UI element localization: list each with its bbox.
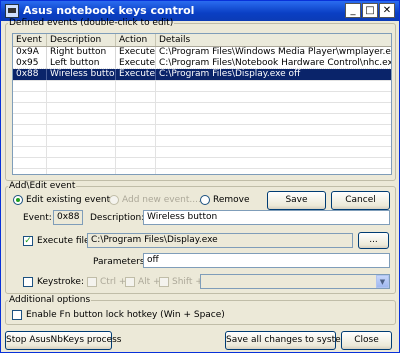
app-icon xyxy=(5,4,19,18)
options-legend: Additional options xyxy=(9,295,91,305)
grid-line xyxy=(13,113,391,114)
event-row-selected[interactable]: 0x88 Wireless button Execute C:\Program … xyxy=(13,68,391,81)
save-all-button[interactable]: Save all changes to system xyxy=(225,331,349,350)
browse-button[interactable]: ... xyxy=(358,232,389,249)
event-action: Execute xyxy=(116,47,156,58)
chevron-down-icon[interactable]: ▼ xyxy=(376,275,389,288)
remove-label[interactable]: Remove xyxy=(213,195,250,205)
grid-line xyxy=(13,80,391,81)
event-label: Event: xyxy=(23,213,52,223)
close-button[interactable]: Close xyxy=(341,331,392,350)
event-code: 0x95 xyxy=(13,58,47,69)
event-code: 0x9A xyxy=(13,47,47,58)
cancel-button[interactable]: Cancel xyxy=(331,191,390,210)
execute-file-checkbox[interactable]: ✓ xyxy=(23,236,33,246)
grid-line xyxy=(13,168,391,169)
keystroke-label[interactable]: Keystroke: xyxy=(37,277,84,287)
ctrl-label[interactable]: Ctrl + xyxy=(100,277,126,287)
grid-line xyxy=(115,80,116,174)
shift-label[interactable]: Shift + xyxy=(172,277,203,287)
edit-legend: Add\Edit event xyxy=(9,181,76,191)
description-field[interactable]: Wireless button xyxy=(143,210,390,225)
minimize-button[interactable]: _ xyxy=(345,3,361,18)
description-label: Description: xyxy=(90,213,145,223)
ctrl-checkbox[interactable] xyxy=(87,277,97,287)
grid-line xyxy=(46,80,47,174)
events-list[interactable]: Event Description Action Details 0x9A Ri… xyxy=(12,33,392,175)
event-description: Wireless button xyxy=(47,69,116,80)
event-details: C:\Program Files\Display.exe off xyxy=(159,69,301,79)
event-action: Execute xyxy=(116,58,156,69)
grid-line xyxy=(13,157,391,158)
parameters-field[interactable]: off xyxy=(143,253,390,268)
stop-process-button[interactable]: Stop AsusNbKeys process xyxy=(5,331,121,350)
main-window: Asus notebook keys control _ □ ✕ Defined… xyxy=(0,0,400,353)
keystroke-checkbox[interactable] xyxy=(23,277,33,287)
close-window-button[interactable]: ✕ xyxy=(379,3,395,18)
shift-checkbox[interactable] xyxy=(159,277,169,287)
event-action: Execute xyxy=(116,69,156,80)
column-event[interactable]: Event xyxy=(13,34,47,46)
column-action[interactable]: Action xyxy=(116,34,156,46)
fn-lock-checkbox[interactable] xyxy=(12,310,22,320)
grid-line xyxy=(13,91,391,92)
add-new-radio[interactable] xyxy=(109,195,119,205)
grid-line xyxy=(155,80,156,174)
alt-checkbox[interactable] xyxy=(125,277,135,287)
events-legend: Defined events (double-click to edit) xyxy=(9,18,174,28)
event-details: C:\Program Files\Notebook Hardware Contr… xyxy=(159,58,391,68)
execute-file-label[interactable]: Execute file xyxy=(37,236,90,246)
event-code-field: 0x88 xyxy=(53,210,83,225)
column-details[interactable]: Details xyxy=(156,34,391,46)
parameters-label: Parameters: xyxy=(93,257,148,267)
edit-existing-radio[interactable] xyxy=(13,195,23,205)
event-description: Right button xyxy=(47,47,116,58)
event-description: Left button xyxy=(47,58,116,69)
edit-existing-label[interactable]: Edit existing event xyxy=(26,195,110,205)
execute-path-field[interactable]: C:\Program Files\Display.exe xyxy=(87,233,353,248)
event-details: C:\Program Files\Windows Media Player\wm… xyxy=(159,47,391,57)
grid-line xyxy=(13,102,391,103)
events-list-header: Event Description Action Details xyxy=(13,34,391,47)
grid-line xyxy=(13,124,391,125)
save-button[interactable]: Save xyxy=(267,191,326,210)
grid-line xyxy=(13,135,391,136)
event-code: 0x88 xyxy=(13,69,47,80)
event-row[interactable]: 0x9A Right button Execute C:\Program Fil… xyxy=(13,47,391,58)
maximize-button[interactable]: □ xyxy=(362,3,378,18)
remove-radio[interactable] xyxy=(200,195,210,205)
key-combo[interactable] xyxy=(200,274,390,289)
grid-line xyxy=(13,146,391,147)
column-description[interactable]: Description xyxy=(47,34,116,46)
alt-label[interactable]: Alt + xyxy=(138,277,161,287)
fn-lock-label[interactable]: Enable Fn button lock hotkey (Win + Spac… xyxy=(26,310,225,320)
add-new-label[interactable]: Add new event.... xyxy=(122,195,201,205)
window-title: Asus notebook keys control xyxy=(23,4,195,17)
event-row[interactable]: 0x95 Left button Execute C:\Program File… xyxy=(13,58,391,69)
